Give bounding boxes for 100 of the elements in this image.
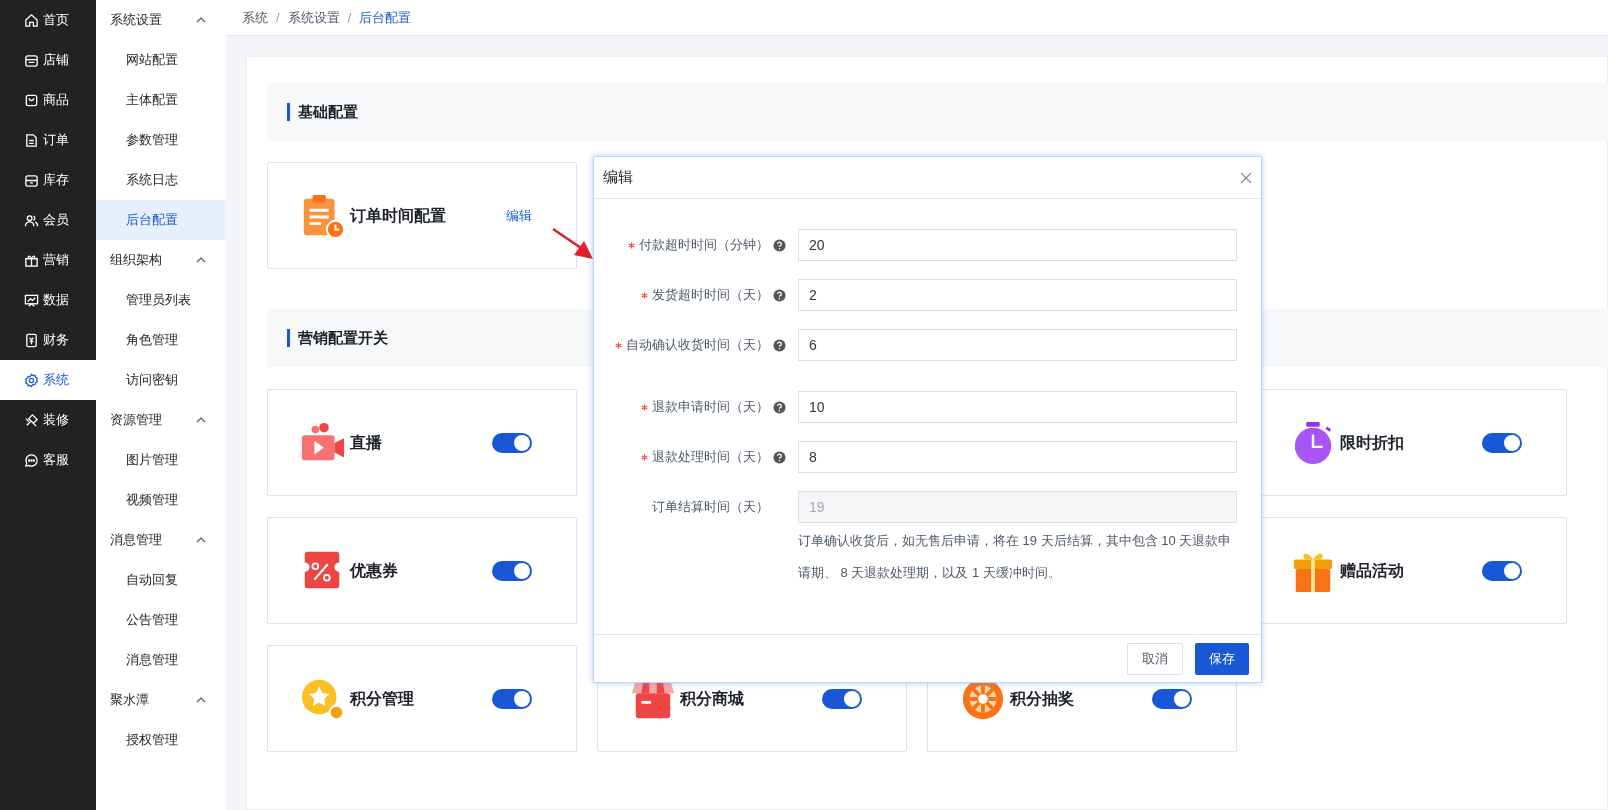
box-icon (24, 172, 39, 188)
toggle-switch[interactable] (492, 560, 532, 581)
bag-icon (24, 92, 39, 108)
input-field[interactable]: 8 (798, 441, 1237, 473)
help-icon[interactable] (773, 288, 786, 302)
card-title: 直播 (350, 432, 383, 453)
caret-up-icon (196, 257, 206, 263)
group-label: 聚水潭 (110, 691, 149, 710)
close-icon[interactable] (1240, 171, 1252, 184)
menu-item[interactable]: 营销 (0, 240, 96, 280)
menu-label: 装修 (43, 411, 69, 430)
submenu-item[interactable]: 后台配置 (96, 200, 226, 240)
submenu-item[interactable]: 角色管理 (96, 320, 226, 360)
hint-text: 订单确认收货后，如无售后申请，将在 19 天后结算，其中包含 10 天退款申请期、 8 天退款处理期，以及 1 天缓冲时间。 (798, 532, 1233, 582)
card-title: 订单时间配置 (350, 205, 447, 226)
submenu-item[interactable]: 访问密钥 (96, 360, 226, 400)
chat-icon (24, 452, 39, 468)
submenu-item[interactable]: 消息管理 (96, 640, 226, 680)
settings-icon (24, 372, 39, 388)
field-label: 订单结算时间（天） (652, 498, 769, 517)
menu-group-header[interactable]: 消息管理 (96, 520, 226, 560)
group-label: 组织架构 (110, 251, 162, 270)
section-title: 基础配置 (298, 101, 358, 122)
submenu-item[interactable]: 图片管理 (96, 440, 226, 480)
menu-item[interactable]: 商品 (0, 80, 96, 120)
edit-link[interactable]: 编辑 (506, 205, 532, 226)
toggle-switch[interactable] (1482, 560, 1522, 581)
menu-label: 首页 (43, 11, 69, 30)
toggle-switch[interactable] (1152, 688, 1192, 709)
card-title: 限时折扣 (1340, 432, 1405, 453)
menu-label: 会员 (43, 211, 69, 230)
breadcrumb-separator: / (347, 8, 352, 27)
menu-label: 订单 (43, 131, 69, 150)
submenu-item[interactable]: 网站配置 (96, 40, 226, 80)
help-icon[interactable] (773, 238, 786, 252)
menu-item[interactable]: 订单 (0, 120, 96, 160)
submenu-item[interactable]: 参数管理 (96, 120, 226, 160)
breadcrumb-item[interactable]: 系统设置 (287, 7, 340, 28)
menu-label: 营销 (43, 251, 69, 270)
submenu-item[interactable]: 管理员列表 (96, 280, 226, 320)
input-field[interactable]: 2 (798, 279, 1237, 311)
input-field[interactable]: 10 (798, 391, 1237, 423)
menu-group-header[interactable]: 资源管理 (96, 400, 226, 440)
field-label: 付款超时时间（分钟） (639, 236, 769, 255)
card-title: 优惠券 (350, 560, 399, 581)
card-title: 积分商城 (680, 688, 745, 709)
help-icon[interactable] (773, 338, 786, 352)
input-field[interactable]: 20 (798, 229, 1237, 261)
card-title: 积分管理 (350, 688, 415, 709)
menu-label: 数据 (43, 291, 69, 310)
caret-up-icon (196, 697, 206, 703)
menu-label: 客服 (43, 451, 69, 470)
menu-item[interactable]: 客服 (0, 440, 96, 480)
toggle-switch[interactable] (1482, 432, 1522, 453)
menu-label: 店铺 (43, 51, 69, 70)
input-field[interactable]: 6 (798, 329, 1237, 361)
home-icon (24, 12, 39, 28)
menu-item[interactable]: 数据 (0, 280, 96, 320)
toggle-switch[interactable] (492, 688, 532, 709)
menu-item[interactable]: 店铺 (0, 40, 96, 80)
help-icon[interactable] (773, 400, 786, 414)
cancel-button[interactable]: 取消 (1127, 642, 1183, 675)
submenu-item[interactable]: 视频管理 (96, 480, 226, 520)
breadcrumb-item[interactable]: 后台配置 (359, 7, 412, 28)
submenu-item[interactable]: 授权管理 (96, 720, 226, 760)
section-title: 营销配置开关 (298, 327, 388, 348)
document-icon (24, 132, 39, 148)
menu-group-header[interactable]: 组织架构 (96, 240, 226, 280)
caret-up-icon (196, 17, 206, 23)
money-icon (24, 332, 39, 348)
field-label: 自动确认收货时间（天） (626, 336, 769, 355)
card-title: 积分抽奖 (1010, 688, 1075, 709)
breadcrumb-item[interactable]: 系统 (242, 7, 268, 28)
toggle-switch[interactable] (492, 432, 532, 453)
toggle-switch[interactable] (822, 688, 862, 709)
menu-item[interactable]: 库存 (0, 160, 96, 200)
group-label: 系统设置 (110, 11, 162, 30)
menu-group-header[interactable]: 系统设置 (96, 0, 226, 40)
submenu-item[interactable]: 公告管理 (96, 600, 226, 640)
menu-label: 系统 (43, 371, 69, 390)
menu-label: 财务 (43, 331, 69, 350)
save-button[interactable]: 保存 (1195, 642, 1249, 675)
menu-item[interactable]: 首页 (0, 0, 96, 40)
menu-item[interactable]: 装修 (0, 400, 96, 440)
menu-item[interactable]: 系统 (0, 360, 96, 400)
store-icon (24, 52, 39, 68)
help-icon[interactable] (773, 450, 786, 464)
menu-item[interactable]: 财务 (0, 320, 96, 360)
breadcrumb-separator: / (276, 8, 280, 27)
submenu-item[interactable]: 主体配置 (96, 80, 226, 120)
brush-icon (24, 412, 39, 428)
dialog-title: 编辑 (603, 167, 633, 188)
field-label: 退款处理时间（天） (652, 448, 769, 467)
group-label: 资源管理 (110, 411, 162, 430)
submenu-item[interactable]: 系统日志 (96, 160, 226, 200)
menu-item[interactable]: 会员 (0, 200, 96, 240)
menu-group-header[interactable]: 聚水潭 (96, 680, 226, 720)
caret-up-icon (196, 537, 206, 543)
chart-icon (24, 292, 39, 308)
submenu-item[interactable]: 自动回复 (96, 560, 226, 600)
